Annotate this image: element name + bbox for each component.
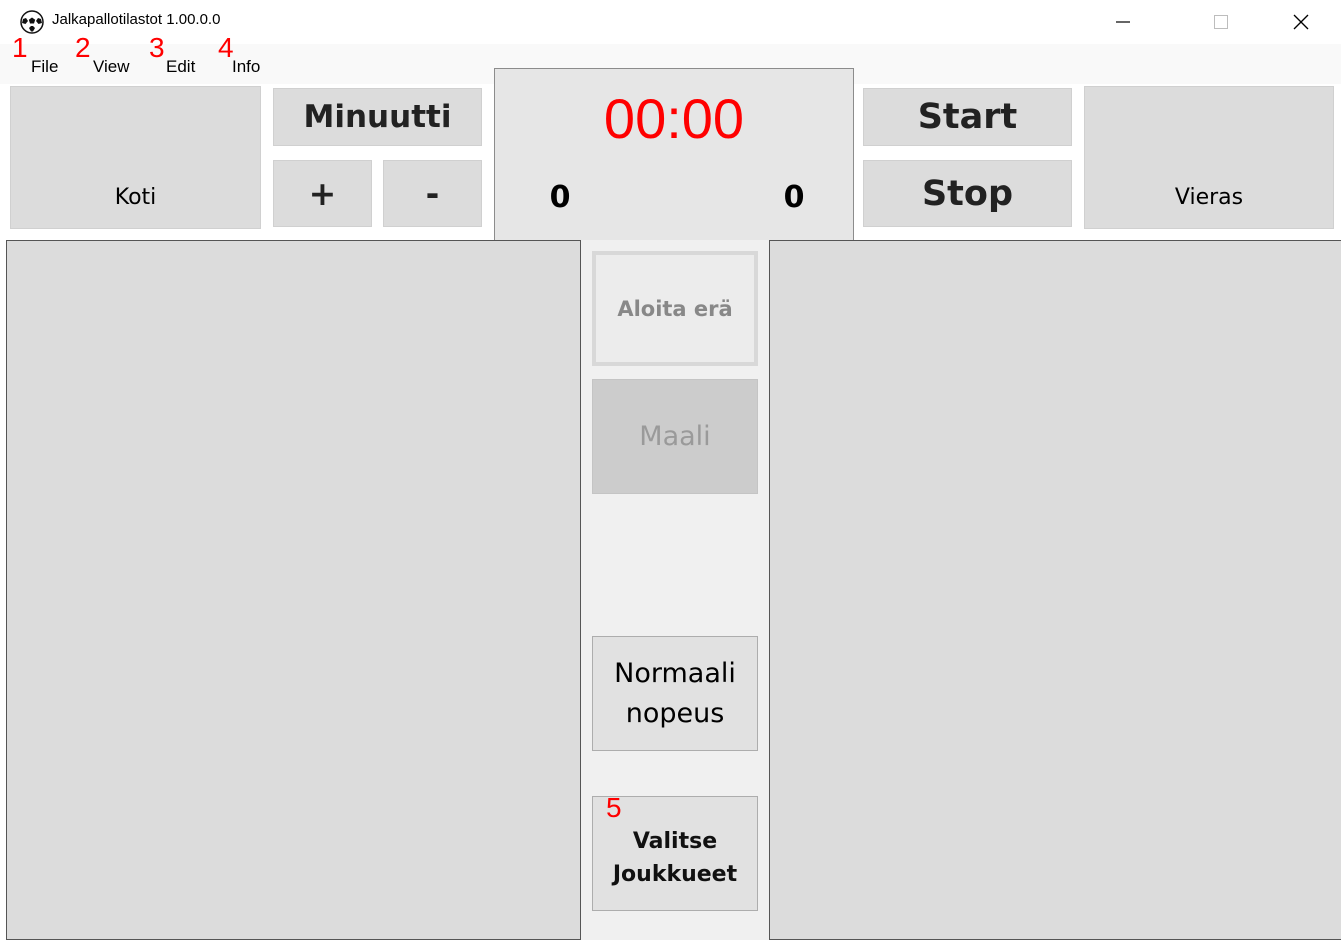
home-score: 0 [549,180,571,215]
window-title: Jalkapallotilastot 1.00.0.0 [52,11,221,28]
minute-button[interactable]: Minuutti [273,88,482,146]
normal-speed-label-line2: nopeus [625,697,725,729]
menu-view[interactable]: View [93,57,130,77]
menu-info[interactable]: Info [232,57,260,77]
maximize-button[interactable] [1198,0,1244,44]
minus-button[interactable]: - [383,160,482,227]
plus-button[interactable]: + [273,160,372,227]
menu-edit[interactable]: Edit [166,57,195,77]
select-teams-label-line1: Valitse [632,828,718,854]
home-team-button[interactable]: Koti [10,86,261,229]
away-score: 0 [783,180,805,215]
game-clock: 00:00 [603,87,745,150]
select-teams-label-line2: Joukkueet [612,861,738,887]
minimize-icon [1116,21,1130,23]
maximize-icon [1214,15,1228,29]
annotation-2: 2 [75,32,91,63]
soccer-ball-icon [20,10,44,34]
goal-button[interactable]: Maali [592,379,758,494]
annotation-1: 1 [12,32,28,63]
close-button[interactable] [1278,0,1324,44]
minimize-button[interactable] [1100,0,1146,44]
away-team-button[interactable]: Vieras [1084,86,1334,229]
stop-button[interactable]: Stop [863,160,1072,227]
close-icon [1293,14,1309,30]
annotation-3: 3 [149,32,165,63]
normal-speed-label-line1: Normaali [614,658,736,690]
home-player-list[interactable] [6,240,581,940]
away-player-list[interactable] [769,240,1341,940]
normal-speed-button[interactable]: Normaali nopeus [592,636,758,751]
menu-file[interactable]: File [31,57,58,77]
annotation-5: 5 [606,792,622,823]
start-period-button[interactable]: Aloita erä [592,251,758,366]
start-button[interactable]: Start [863,88,1072,146]
